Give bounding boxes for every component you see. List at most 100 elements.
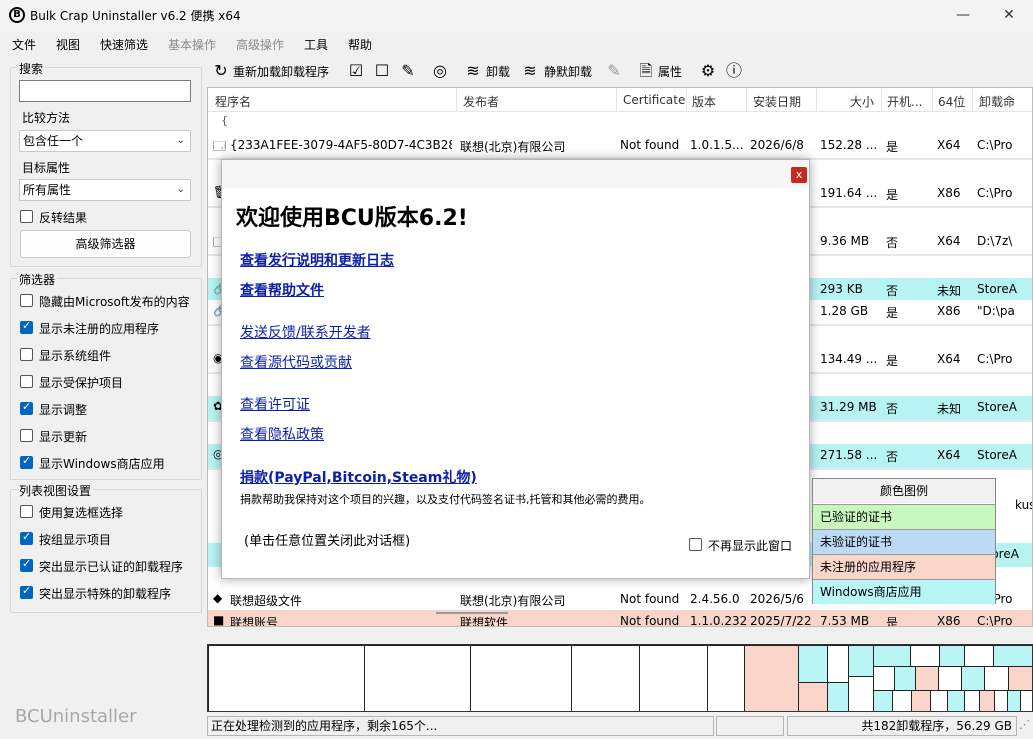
treemap-block[interactable] xyxy=(208,645,365,711)
treemap-block[interactable] xyxy=(470,645,572,711)
treemap-block[interactable] xyxy=(707,645,745,711)
treemap-block[interactable] xyxy=(993,645,1032,667)
release-notes-link[interactable]: 查看发行说明和更新日志 xyxy=(240,250,394,270)
properties-button[interactable]: 属性 xyxy=(658,63,682,80)
menu-tools[interactable]: 工具 xyxy=(304,36,328,53)
treemap-block[interactable] xyxy=(1020,690,1032,711)
donate-link[interactable]: 捐款(PayPal,Bitcoin,Steam礼物) xyxy=(240,467,477,487)
col-startup[interactable]: 开机... xyxy=(887,93,922,110)
menu-advanced-ops[interactable]: 高级操作 xyxy=(236,36,284,53)
treemap-block[interactable] xyxy=(892,690,912,711)
treemap-block[interactable] xyxy=(639,645,708,711)
resize-grip-icon[interactable]: ⋰ xyxy=(1019,718,1030,731)
treemap-block[interactable] xyxy=(744,645,799,711)
source-code-link[interactable]: 查看源代码或贡献 xyxy=(240,352,352,372)
filter-checkbox[interactable]: 显示Windows商店应用 xyxy=(20,454,200,474)
gear-icon[interactable]: ⚙ xyxy=(698,61,718,81)
treemap-block[interactable] xyxy=(873,690,893,711)
dont-show-checkbox[interactable]: 不再显示此窗口 xyxy=(689,536,804,556)
col-uninstall-cmd[interactable]: 卸载命 xyxy=(979,93,1015,110)
filter-checkbox[interactable]: 显示受保护项目 xyxy=(20,373,200,393)
quiet-uninstall-icon[interactable]: ≋ xyxy=(520,61,540,81)
check-all-icon[interactable]: ☑ xyxy=(346,61,366,81)
treemap-block[interactable] xyxy=(911,690,931,711)
privacy-link[interactable]: 查看隐私政策 xyxy=(240,424,324,444)
col-size[interactable]: 大小 xyxy=(850,93,874,110)
treemap-block[interactable] xyxy=(848,645,874,677)
maximize-button[interactable] xyxy=(940,0,986,32)
group-collapse-icon[interactable]: { xyxy=(221,114,228,127)
treemap-block[interactable] xyxy=(1007,690,1021,711)
table-row[interactable]: ■ 联想账号 联想软件 Not found 1.1.0.232 2025/7/22 7.53… xyxy=(208,610,1032,626)
col-version[interactable]: 版本 xyxy=(692,93,716,110)
uninstall-icon[interactable]: ≋ xyxy=(463,61,483,81)
treemap-block[interactable] xyxy=(964,690,980,711)
treemap-block[interactable] xyxy=(827,645,849,683)
search-input[interactable] xyxy=(19,80,191,102)
col-certificate[interactable]: Certificate xyxy=(623,93,685,107)
treemap-block[interactable] xyxy=(848,676,874,711)
treemap-block[interactable] xyxy=(979,690,995,711)
filter-checkbox[interactable]: 显示未注册的应用程序 xyxy=(20,319,200,339)
reload-icon[interactable]: ↻ xyxy=(211,61,231,81)
treemap-block[interactable] xyxy=(947,690,965,711)
col-name[interactable]: 程序名 xyxy=(215,93,251,110)
filter-checkbox[interactable]: 显示系统组件 xyxy=(20,346,200,366)
treemap-block[interactable] xyxy=(873,666,895,691)
menu-view[interactable]: 视图 xyxy=(56,36,80,53)
info-icon[interactable]: ⓘ xyxy=(724,61,744,81)
edit-icon[interactable]: ✎ xyxy=(604,61,624,81)
treemap-block[interactable] xyxy=(894,666,916,691)
horizontal-scrollbar[interactable] xyxy=(436,612,508,614)
properties-icon[interactable]: 🗎 xyxy=(636,61,656,81)
treemap-block[interactable] xyxy=(364,645,471,711)
treemap-block[interactable] xyxy=(938,666,962,691)
treemap-block[interactable] xyxy=(798,682,828,711)
filter-checkbox[interactable]: 显示更新 xyxy=(20,427,200,447)
filter-checkbox[interactable]: 隐藏由Microsoft发布的内容 xyxy=(20,292,200,312)
listview-checkbox[interactable]: 使用复选框选择 xyxy=(20,503,200,523)
treemap-block[interactable] xyxy=(915,666,939,691)
treemap-block[interactable] xyxy=(827,682,849,711)
welcome-dialog[interactable]: x 欢迎使用BCU版本6.2! 查看发行说明和更新日志 查看帮助文件 发送反馈/… xyxy=(221,159,810,579)
compare-combo[interactable]: 包含任一个 ⌄ xyxy=(19,130,191,152)
col-64bit[interactable]: 64位 xyxy=(938,93,965,110)
col-publisher[interactable]: 发布者 xyxy=(463,93,499,110)
treemap-view[interactable] xyxy=(207,644,1033,712)
treemap-block[interactable] xyxy=(873,645,911,667)
feedback-link[interactable]: 发送反馈/联系开发者 xyxy=(240,322,371,342)
treemap-block[interactable] xyxy=(1008,666,1032,691)
listview-checkbox[interactable]: 按组显示项目 xyxy=(20,530,200,550)
menu-help[interactable]: 帮助 xyxy=(348,36,372,53)
treemap-block[interactable] xyxy=(910,645,940,667)
treemap-block[interactable] xyxy=(994,690,1008,711)
treemap-block[interactable] xyxy=(798,645,828,683)
menu-quick-filter[interactable]: 快速筛选 xyxy=(100,36,148,53)
treemap-block[interactable] xyxy=(930,690,948,711)
uninstall-button[interactable]: 卸载 xyxy=(486,63,510,80)
target-combo[interactable]: 所有属性 ⌄ xyxy=(19,179,191,201)
invert-checkbox[interactable]: 反转结果 xyxy=(20,208,190,228)
menu-file[interactable]: 文件 xyxy=(12,36,36,53)
col-date[interactable]: 安装日期 xyxy=(753,93,801,110)
listview-checkbox[interactable]: 突出显示已认证的卸载程序 xyxy=(20,557,200,577)
treemap-block[interactable] xyxy=(961,666,985,691)
treemap-block[interactable] xyxy=(964,645,994,667)
table-row[interactable]: 🗔 {233A1FEE-3079-4AF5-80D7-4C3B28... 联想(北京… xyxy=(208,134,1032,158)
filter-checkbox[interactable]: 显示调整 xyxy=(20,400,200,420)
invert-selection-icon[interactable]: ✎ xyxy=(398,61,418,81)
treemap-block[interactable] xyxy=(984,666,1009,691)
dialog-close-button[interactable]: x xyxy=(791,167,807,183)
treemap-block[interactable] xyxy=(939,645,965,667)
advanced-filter-button[interactable]: 高级筛选器 xyxy=(20,230,191,258)
uncheck-all-icon[interactable]: ☐ xyxy=(372,61,392,81)
reload-button[interactable]: 重新加载卸载程序 xyxy=(233,63,329,80)
close-window-button[interactable]: ✕ xyxy=(986,0,1032,32)
help-link[interactable]: 查看帮助文件 xyxy=(240,280,324,300)
listview-checkbox[interactable]: 突出显示特殊的卸载程序 xyxy=(20,584,200,604)
treemap-block[interactable] xyxy=(571,645,640,711)
target-icon[interactable]: ◎ xyxy=(430,61,450,81)
menu-basic-ops[interactable]: 基本操作 xyxy=(168,36,216,53)
quiet-uninstall-button[interactable]: 静默卸载 xyxy=(544,63,592,80)
license-link[interactable]: 查看许可证 xyxy=(240,394,310,414)
